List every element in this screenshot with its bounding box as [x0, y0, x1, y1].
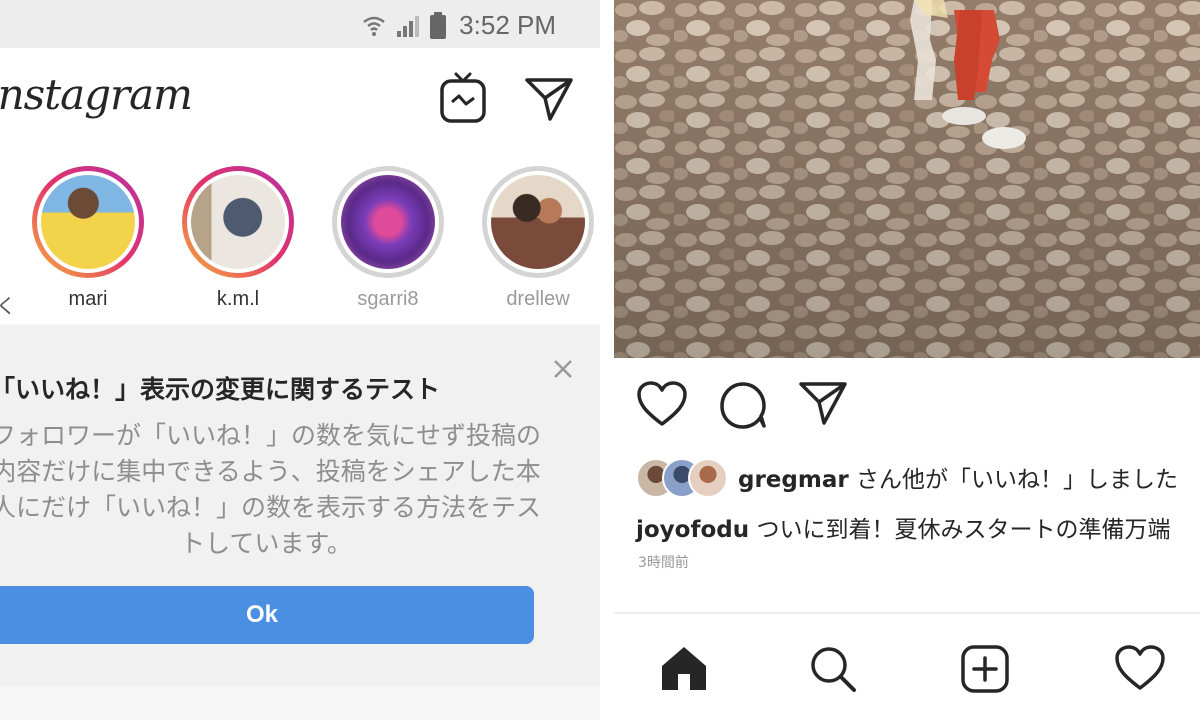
post-timestamp: 3時間前	[638, 555, 689, 571]
story-item[interactable]: k.m.l	[178, 166, 298, 311]
home-icon[interactable]	[658, 644, 710, 692]
story-username: k.m.l	[216, 288, 260, 310]
comment-icon[interactable]	[718, 380, 768, 430]
story-username: sgarri8	[357, 288, 419, 310]
story-item[interactable]: mari	[28, 166, 148, 311]
caption-text: ついに到着！夏休みスタートの準備万端	[756, 517, 1171, 543]
post-panel: gregmar さん他が「いいね！」しました joyofodu ついに到着！夏休…	[614, 0, 1200, 720]
story-avatar	[491, 175, 585, 269]
activity-icon[interactable]	[1114, 644, 1166, 692]
signal-icon	[397, 15, 420, 37]
caption-username[interactable]: joyofodu	[636, 517, 749, 543]
story-ring	[182, 166, 294, 278]
notice-title: 「いいね！」表示の変更に関するテスト	[0, 375, 441, 404]
post-actions	[636, 380, 848, 430]
direct-message-icon[interactable]	[524, 76, 574, 122]
ok-button[interactable]: Ok	[0, 586, 534, 644]
story-avatar	[341, 175, 435, 269]
story-avatar	[191, 175, 285, 269]
story-item[interactable]: sgarri8	[328, 166, 448, 311]
story-ring	[482, 166, 594, 278]
status-time: 3:52 PM	[459, 10, 556, 40]
liker-avatar	[688, 458, 728, 498]
add-post-icon[interactable]	[960, 644, 1010, 694]
status-bar: 3:52 PM	[0, 0, 600, 48]
panel-divider	[600, 0, 614, 720]
liker-avatars	[636, 458, 728, 498]
story-ring	[332, 166, 444, 278]
heart-icon[interactable]	[636, 380, 688, 428]
instagram-logo[interactable]: Instagram	[0, 70, 193, 119]
liked-by-suffix: さん他が「いいね！」しました	[856, 467, 1179, 493]
like-test-notice: 「いいね！」表示の変更に関するテスト フォロワーが「いいね！」の数を気にせず投稿…	[0, 326, 600, 686]
share-icon[interactable]	[798, 380, 848, 426]
story-avatar	[41, 175, 135, 269]
search-icon[interactable]	[808, 644, 858, 694]
story-partial: く	[0, 294, 16, 318]
post-image-graphic	[614, 0, 1200, 358]
feed-top-panel: 3:52 PM Instagram く mari k.m.l sgarri8 d…	[0, 0, 600, 720]
story-username: drellew	[506, 288, 570, 310]
post-caption: joyofodu ついに到着！夏休みスタートの準備万端	[636, 510, 1170, 544]
notice-body: フォロワーが「いいね！」の数を気にせず投稿の内容だけに集中できるよう、投稿をシェ…	[0, 421, 541, 558]
close-icon[interactable]	[552, 358, 574, 380]
liked-by-username[interactable]: gregmar	[738, 467, 849, 493]
bottom-nav	[614, 614, 1200, 720]
story-username: mari	[68, 288, 108, 310]
battery-icon	[430, 11, 447, 39]
story-item[interactable]: drellew	[478, 166, 598, 311]
wifi-icon	[363, 16, 385, 36]
app-header: Instagram	[0, 48, 600, 156]
liked-by-row[interactable]: gregmar さん他が「いいね！」しました	[636, 458, 1179, 498]
story-ring	[32, 166, 144, 278]
igtv-icon[interactable]	[440, 72, 486, 124]
post-image[interactable]	[614, 0, 1200, 358]
stories-tray: く mari k.m.l sgarri8 drellew	[0, 156, 600, 324]
